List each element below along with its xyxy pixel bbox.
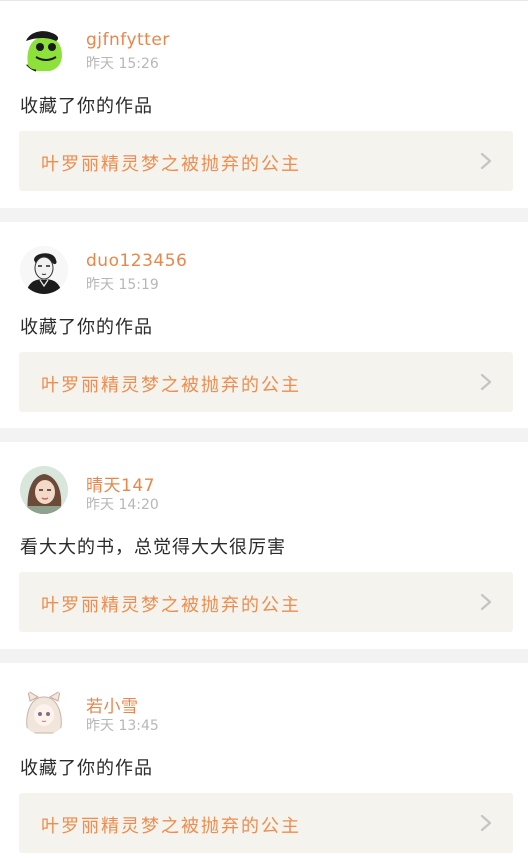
work-title: 叶罗丽精灵梦之被抛弃的公主 bbox=[41, 154, 301, 175]
notification-card: gjfnfytter 昨天 15:26 收藏了你的作品 叶罗丽精灵梦之被抛弃的公… bbox=[0, 1, 528, 208]
user-avatar[interactable] bbox=[20, 246, 68, 294]
notification-message: 收藏了你的作品 bbox=[20, 317, 153, 338]
user-name[interactable]: gjfnfytter bbox=[86, 30, 170, 50]
notification-card: 晴天147 昨天 14:20 看大大的书，总觉得大大很厉害 叶罗丽精灵梦之被抛弃… bbox=[0, 442, 528, 649]
notification-card: duo123456 昨天 15:19 收藏了你的作品 叶罗丽精灵梦之被抛弃的公主 bbox=[0, 222, 528, 428]
work-title: 叶罗丽精灵梦之被抛弃的公主 bbox=[41, 375, 301, 396]
notification-message: 收藏了你的作品 bbox=[20, 758, 153, 779]
work-title: 叶罗丽精灵梦之被抛弃的公主 bbox=[41, 816, 301, 837]
chevron-right-icon bbox=[479, 372, 493, 392]
work-link[interactable]: 叶罗丽精灵梦之被抛弃的公主 bbox=[19, 131, 513, 191]
user-avatar[interactable] bbox=[20, 25, 68, 73]
anime-girl-avatar-icon bbox=[20, 687, 68, 735]
timestamp: 昨天 13:45 bbox=[86, 718, 159, 734]
timestamp: 昨天 15:19 bbox=[86, 277, 159, 293]
work-link[interactable]: 叶罗丽精灵梦之被抛弃的公主 bbox=[19, 352, 513, 412]
notification-card: 若小雪 昨天 13:45 收藏了你的作品 叶罗丽精灵梦之被抛弃的公主 bbox=[0, 663, 528, 860]
user-avatar[interactable] bbox=[20, 466, 68, 514]
chevron-right-icon bbox=[479, 813, 493, 833]
green-frog-avatar-icon bbox=[20, 25, 68, 73]
user-name[interactable]: duo123456 bbox=[86, 251, 187, 271]
timestamp: 昨天 14:20 bbox=[86, 497, 159, 513]
notification-message: 收藏了你的作品 bbox=[20, 96, 153, 117]
photo-girl-avatar-icon bbox=[20, 466, 68, 514]
work-title: 叶罗丽精灵梦之被抛弃的公主 bbox=[41, 595, 301, 616]
user-avatar[interactable] bbox=[20, 687, 68, 735]
notification-message: 看大大的书，总觉得大大很厉害 bbox=[20, 537, 286, 558]
user-name[interactable]: 晴天147 bbox=[86, 471, 155, 496]
chevron-right-icon bbox=[479, 151, 493, 171]
sketch-boy-avatar-icon bbox=[20, 246, 68, 294]
work-link[interactable]: 叶罗丽精灵梦之被抛弃的公主 bbox=[19, 572, 513, 632]
timestamp: 昨天 15:26 bbox=[86, 56, 159, 72]
work-link[interactable]: 叶罗丽精灵梦之被抛弃的公主 bbox=[19, 793, 513, 853]
chevron-right-icon bbox=[479, 592, 493, 612]
user-name[interactable]: 若小雪 bbox=[86, 692, 139, 717]
notification-feed: gjfnfytter 昨天 15:26 收藏了你的作品 叶罗丽精灵梦之被抛弃的公… bbox=[0, 0, 528, 860]
